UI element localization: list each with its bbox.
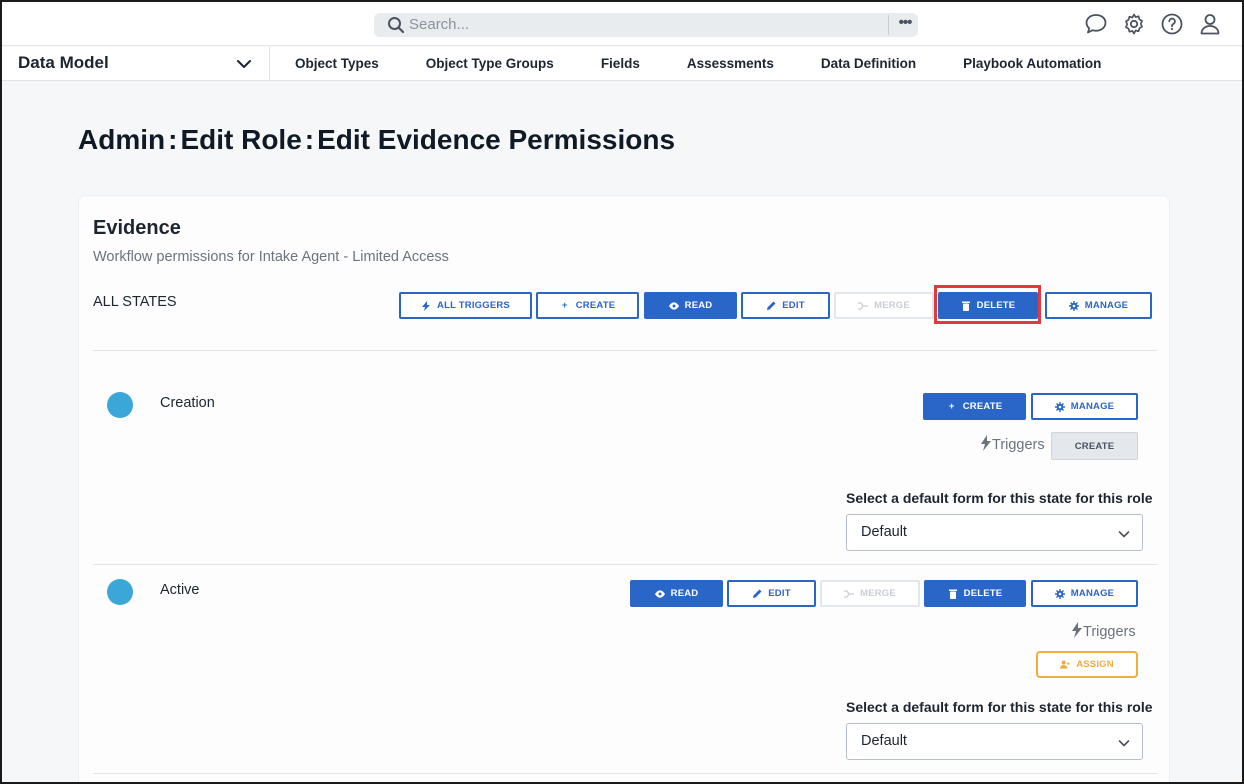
merge-icon: [858, 301, 869, 311]
all-read-button[interactable]: READ: [644, 292, 737, 319]
plus-icon: +: [948, 401, 955, 412]
plus-icon: +: [561, 300, 568, 311]
tab-playbook-automation[interactable]: Playbook Automation: [963, 47, 1101, 81]
select-value: Default: [861, 524, 907, 540]
all-edit-button[interactable]: EDIT: [741, 292, 830, 319]
all-merge-label: MERGE: [874, 300, 910, 311]
active-triggers-label: Triggers: [1072, 622, 1136, 642]
creation-default-form-select[interactable]: Default: [846, 514, 1143, 551]
creation-create-label: CREATE: [962, 401, 1003, 412]
eye-icon: [654, 589, 665, 599]
state-indicator-dot: [107, 392, 133, 418]
creation-triggers-label: Triggers: [981, 435, 1045, 455]
search-icon: [387, 16, 405, 34]
bolt-icon: [981, 435, 991, 455]
more-options-icon[interactable]: •••: [893, 13, 917, 37]
active-default-form-select[interactable]: Default: [846, 723, 1143, 760]
module-selector[interactable]: Data Model: [2, 47, 270, 81]
search-input[interactable]: Search...: [409, 16, 469, 33]
chevron-down-icon: [1118, 527, 1130, 539]
chevron-down-icon: [236, 57, 252, 71]
nav-bar: Data Model Object Types Object Type Grou…: [2, 47, 1242, 81]
creation-manage-button[interactable]: MANAGE: [1031, 393, 1138, 420]
active-read-label: READ: [670, 588, 699, 599]
tab-data-definition[interactable]: Data Definition: [821, 47, 916, 81]
active-manage-button[interactable]: MANAGE: [1031, 580, 1138, 607]
all-merge-button[interactable]: MERGE: [834, 292, 934, 319]
breadcrumb-separator: :: [304, 124, 315, 155]
bolt-icon: [1072, 622, 1082, 642]
active-delete-label: DELETE: [963, 588, 1003, 599]
all-manage-label: MANAGE: [1084, 300, 1129, 311]
select-value: Default: [861, 733, 907, 749]
triggers-text: Triggers: [1083, 624, 1136, 640]
divider: [93, 564, 1157, 565]
gear-icon[interactable]: [1122, 12, 1146, 36]
tab-fields[interactable]: Fields: [601, 47, 640, 81]
search-divider: [888, 15, 889, 35]
state-indicator-dot: [107, 579, 133, 605]
all-read-label: READ: [684, 300, 713, 311]
highlight-box: [934, 285, 1041, 324]
card-subtitle: Workflow permissions for Intake Agent - …: [93, 249, 449, 265]
all-manage-button[interactable]: MANAGE: [1045, 292, 1152, 319]
tab-object-type-groups[interactable]: Object Type Groups: [426, 47, 554, 81]
creation-default-form-label: Select a default form for this state for…: [846, 490, 1153, 506]
active-edit-button[interactable]: EDIT: [727, 580, 816, 607]
chat-icon[interactable]: [1084, 12, 1108, 36]
trigger-assign-label: ASSIGN: [1076, 659, 1114, 670]
pencil-icon: [766, 301, 776, 311]
divider: [93, 350, 1157, 351]
all-create-label: CREATE: [575, 300, 616, 311]
active-delete-button[interactable]: DELETE: [924, 580, 1026, 607]
trash-icon: [948, 589, 958, 599]
breadcrumb-edit-role[interactable]: Edit Role: [180, 124, 301, 155]
bolt-icon: [421, 300, 431, 311]
tab-assessments[interactable]: Assessments: [687, 47, 774, 81]
gear-icon: [1054, 401, 1065, 412]
all-states-label: ALL STATES: [93, 294, 177, 310]
all-edit-label: EDIT: [782, 300, 805, 311]
chevron-down-icon: [1118, 736, 1130, 748]
divider: [93, 773, 1157, 774]
active-trigger-assign-button[interactable]: ASSIGN: [1036, 651, 1138, 678]
creation-create-button[interactable]: + CREATE: [923, 393, 1026, 420]
eye-icon: [668, 301, 679, 311]
active-merge-button[interactable]: MERGE: [820, 580, 920, 607]
app-window: Search... ••• Data Model Object Types Ob…: [0, 0, 1244, 784]
gear-icon: [1054, 588, 1065, 599]
trigger-create-label: CREATE: [1074, 440, 1115, 452]
state-name-creation: Creation: [160, 395, 215, 411]
all-triggers-label: ALL TRIGGERS: [437, 300, 510, 311]
active-merge-label: MERGE: [860, 588, 896, 599]
active-read-button[interactable]: READ: [630, 580, 723, 607]
active-default-form-label: Select a default form for this state for…: [846, 699, 1153, 715]
global-search[interactable]: Search... •••: [374, 13, 918, 37]
all-triggers-button[interactable]: ALL TRIGGERS: [399, 292, 532, 319]
breadcrumb-current: Edit Evidence Permissions: [317, 124, 676, 155]
module-label: Data Model: [18, 53, 109, 72]
creation-manage-label: MANAGE: [1070, 401, 1115, 412]
merge-icon: [844, 589, 855, 599]
top-bar: Search... •••: [2, 2, 1242, 46]
active-edit-label: EDIT: [768, 588, 791, 599]
breadcrumb-admin[interactable]: Admin: [78, 124, 165, 155]
permissions-card: Evidence Workflow permissions for Intake…: [78, 195, 1170, 782]
page-title: Admin: Edit Role: Edit Evidence Permission…: [78, 124, 675, 156]
help-icon[interactable]: [1160, 12, 1184, 36]
tab-object-types[interactable]: Object Types: [295, 47, 379, 81]
creation-trigger-create-button[interactable]: CREATE: [1051, 432, 1138, 460]
breadcrumb-separator: :: [168, 124, 178, 155]
top-icons: [1084, 12, 1222, 36]
user-plus-icon: [1060, 660, 1070, 670]
triggers-text: Triggers: [992, 437, 1045, 453]
nav-tabs: Object Types Object Type Groups Fields A…: [295, 47, 1148, 81]
pencil-icon: [752, 589, 762, 599]
state-name-active: Active: [160, 582, 200, 598]
all-create-button[interactable]: + CREATE: [536, 292, 639, 319]
active-manage-label: MANAGE: [1070, 588, 1115, 599]
gear-icon: [1068, 300, 1079, 311]
card-title: Evidence: [93, 217, 181, 239]
user-icon[interactable]: [1198, 12, 1222, 36]
